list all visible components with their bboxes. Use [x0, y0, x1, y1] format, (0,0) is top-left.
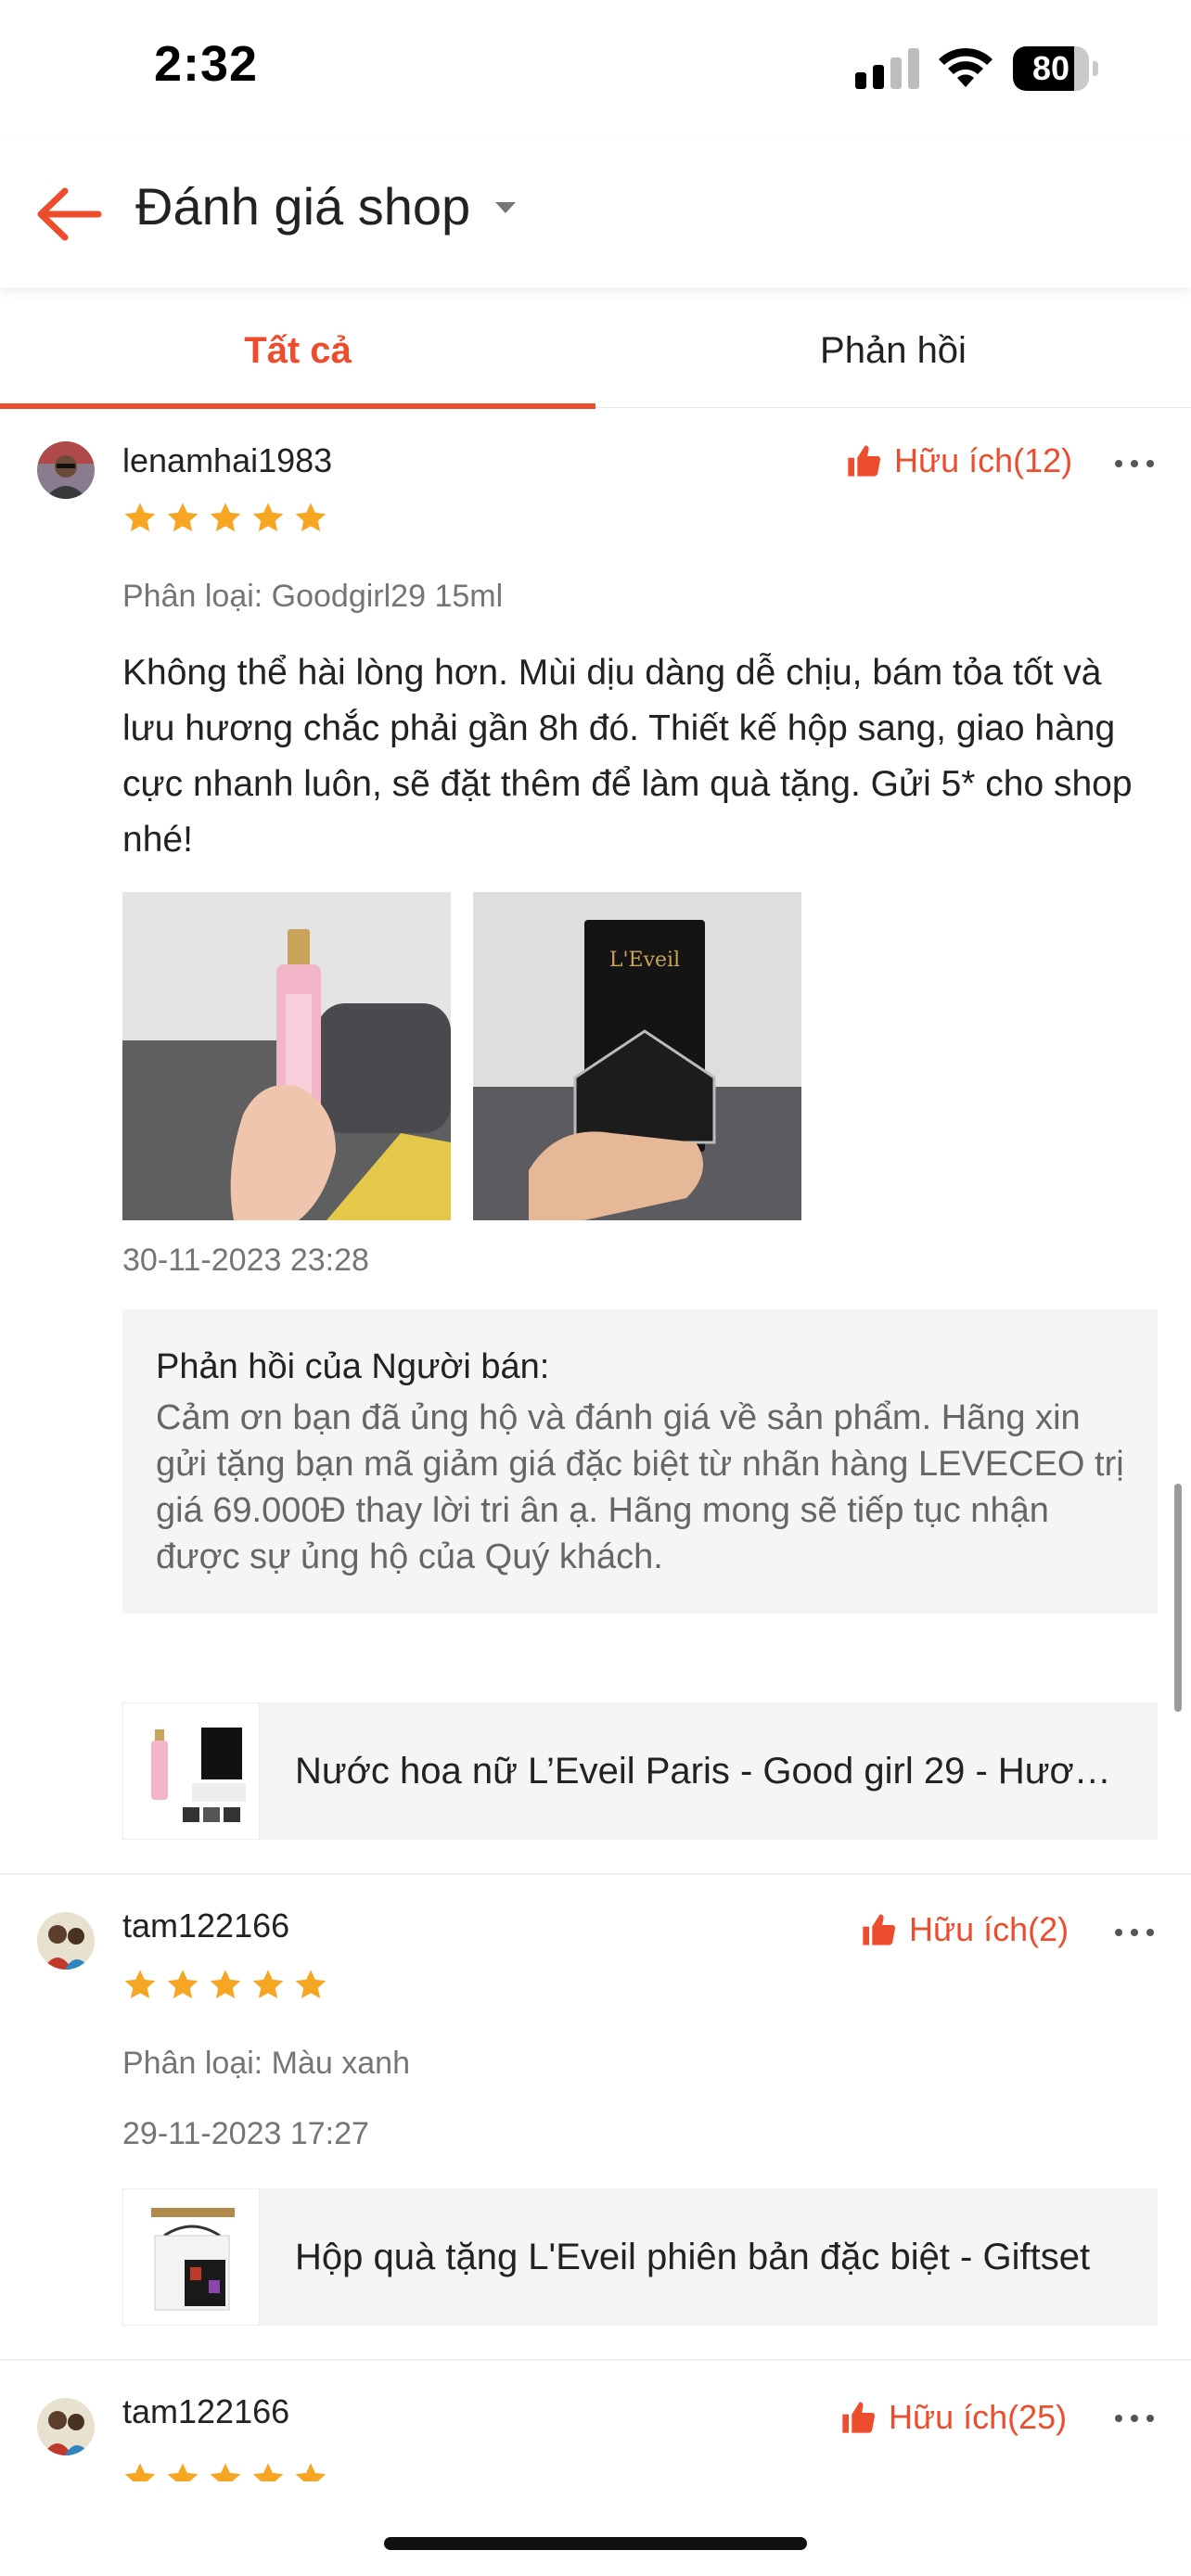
active-tab-indicator [0, 403, 596, 409]
avatar[interactable] [37, 2398, 95, 2455]
dropdown-caret-icon[interactable] [495, 202, 516, 213]
star-icon [210, 503, 241, 532]
avatar[interactable] [37, 1912, 95, 1970]
review-variation: Phân loại: Màu xanh [122, 2046, 410, 2081]
seller-reply: Phản hồi của Người bán: Cảm ơn bạn đã ủn… [122, 1309, 1158, 1613]
tab-all[interactable]: Tất cả [0, 287, 596, 408]
product-thumbnail [122, 1702, 260, 1840]
more-options-icon[interactable] [1111, 454, 1158, 473]
star-icon [167, 1970, 198, 1999]
product-card[interactable]: Nước hoa nữ L’Eveil Paris - Good girl 29… [122, 1702, 1158, 1840]
battery-percent: 80 [1031, 49, 1070, 87]
review-photo[interactable] [122, 892, 451, 1220]
star-icon [124, 503, 156, 532]
battery-icon: 80 [1013, 46, 1098, 91]
helpful-button[interactable]: Hữu ích(12) [844, 441, 1072, 480]
thumbs-up-icon [863, 1914, 896, 1945]
review-divider [0, 1873, 1191, 1875]
cellular-signal-icon [855, 48, 919, 89]
status-bar: 2:32 80 [0, 0, 1191, 139]
review-tabs: Tất cả Phản hồi [0, 287, 1191, 409]
star-icon [167, 503, 198, 532]
review-date: 29-11-2023 17:27 [122, 2116, 369, 2151]
more-options-icon[interactable] [1111, 1923, 1158, 1942]
helpful-count: Hữu ích(12) [894, 441, 1073, 479]
helpful-button[interactable]: Hữu ích(2) [859, 1910, 1069, 1949]
star-rating [122, 1968, 328, 2005]
star-icon [124, 2463, 156, 2481]
home-indicator[interactable] [384, 2537, 807, 2550]
product-name: Hộp quà tặng L'Eveil phiên bản đặc biệt … [295, 2237, 1091, 2277]
star-icon [295, 503, 327, 532]
page-title[interactable]: Đánh giá shop [135, 176, 470, 236]
star-icon [210, 1970, 241, 1999]
review-username[interactable]: tam122166 [122, 2392, 289, 2431]
star-icon [295, 2463, 327, 2481]
avatar[interactable] [37, 441, 95, 499]
helpful-count: Hữu ích(2) [909, 1910, 1069, 1948]
tab-replies[interactable]: Phản hồi [596, 287, 1191, 408]
product-name: Nước hoa nữ L’Eveil Paris - Good girl 29… [295, 1751, 1130, 1792]
review-photo[interactable]: L'Eveil [473, 892, 801, 1220]
thumbs-up-icon [842, 2402, 876, 2433]
star-icon [210, 2463, 241, 2481]
star-icon [167, 2463, 198, 2481]
seller-reply-body: Cảm ơn bạn đã ủng hộ và đánh giá về sản … [156, 1398, 1124, 1576]
star-icon [124, 1970, 156, 1999]
helpful-count: Hữu ích(25) [889, 2398, 1068, 2436]
review-date: 30-11-2023 23:28 [122, 1243, 369, 1278]
star-rating [122, 2461, 328, 2481]
star-icon [295, 1970, 327, 1999]
review-divider [0, 2359, 1191, 2361]
more-options-icon[interactable] [1111, 2409, 1158, 2428]
app-header: Đánh giá shop [0, 139, 1191, 287]
review-username[interactable]: lenamhai1983 [122, 441, 332, 480]
product-card[interactable]: Hộp quà tặng L'Eveil phiên bản đặc biệt … [122, 2188, 1158, 2326]
star-icon [252, 2463, 284, 2481]
star-icon [252, 1970, 284, 1999]
star-rating [122, 501, 328, 538]
seller-reply-title: Phản hồi của Người bán: [156, 1347, 550, 1386]
review-text: Không thể hài lòng hơn. Mùi dịu dàng dễ … [122, 653, 1133, 860]
review-username[interactable]: tam122166 [122, 1906, 289, 1945]
star-icon [252, 503, 284, 532]
product-thumbnail [122, 2188, 260, 2326]
helpful-button[interactable]: Hữu ích(25) [839, 2398, 1067, 2437]
wifi-icon [939, 47, 992, 87]
back-arrow-icon[interactable] [33, 182, 104, 247]
scrollbar[interactable] [1174, 1484, 1182, 1712]
status-time: 2:32 [154, 36, 259, 92]
thumbs-up-icon [848, 445, 881, 477]
product-box-brand: L'Eveil [609, 949, 680, 972]
review-variation: Phân loại: Goodgirl29 15ml [122, 579, 504, 614]
